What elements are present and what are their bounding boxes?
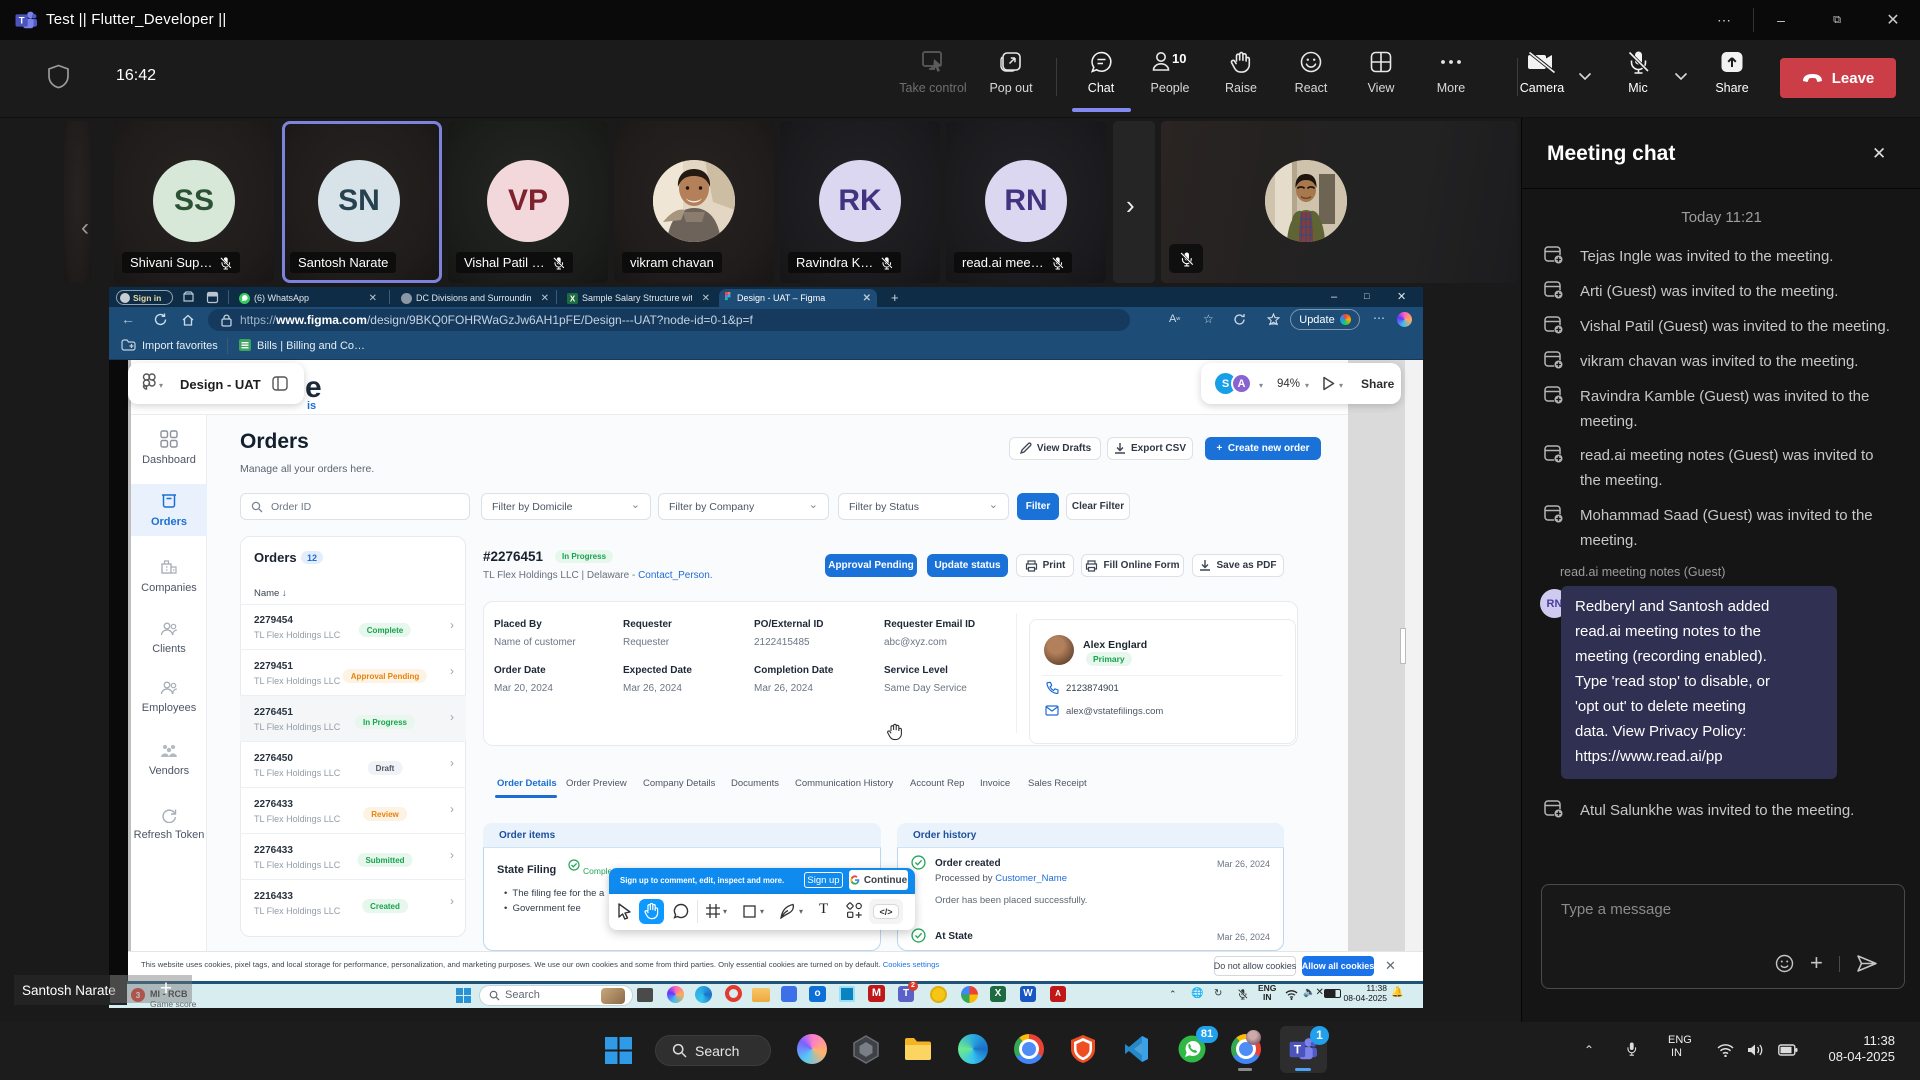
svg-text:X: X — [570, 294, 576, 303]
svg-text:T: T — [19, 16, 25, 27]
svg-text:T: T — [1294, 1042, 1302, 1056]
svg-text:10: 10 — [1172, 51, 1186, 66]
